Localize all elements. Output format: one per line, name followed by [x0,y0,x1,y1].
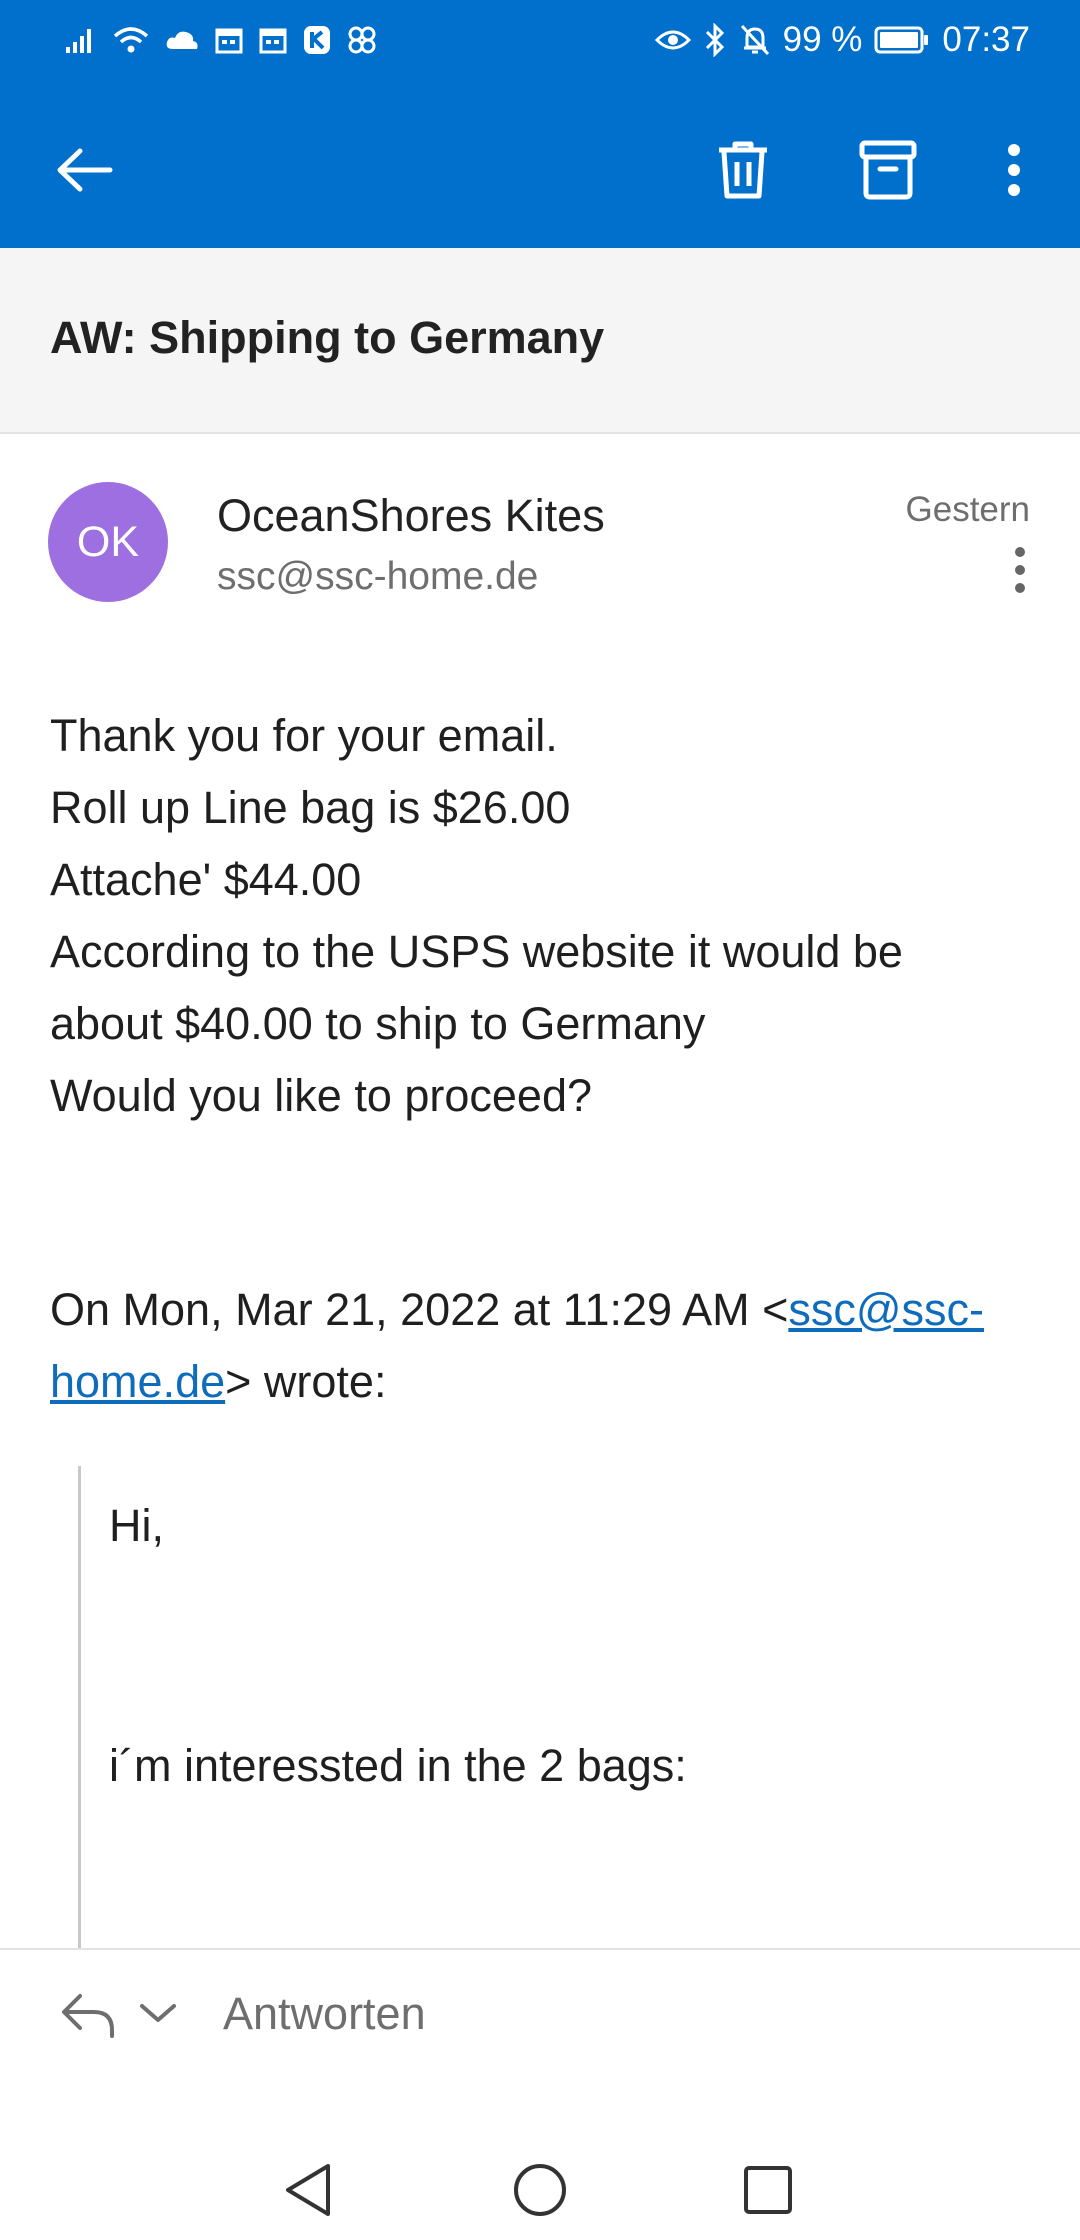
trash-icon [719,141,767,199]
quoted-message: Hi, i´m interessted in the 2 bags: [78,1466,1038,1948]
reply-label[interactable]: Antworten [223,1988,426,2040]
circle-home-icon [514,2164,566,2216]
body-line: about $40.00 to ship to Germany [50,998,706,1049]
top-bar: 99 % 07:37 [0,0,1080,248]
k-app-icon [304,26,330,54]
more-vertical-icon [1008,144,1020,196]
quote-header: On Mon, Mar 21, 2022 at 11:29 AM <ssc@ss… [50,1274,1050,1418]
more-vertical-icon [1015,547,1025,593]
back-arrow-icon [57,148,113,192]
message-body: Thank you for your email. Roll up Line b… [50,700,1040,1132]
sender-name[interactable]: OceanShores Kites [217,490,605,542]
subject-header: AW: Shipping to Germany [0,248,1080,434]
chevron-down-icon[interactable] [138,1998,178,2028]
cloud-icon [166,31,198,49]
bluetooth-icon [705,23,724,57]
nav-back-button[interactable] [268,2150,348,2230]
system-nav-bar [0,2080,1080,2240]
archive-button[interactable] [848,130,928,210]
nav-recents-button[interactable] [728,2150,808,2230]
archive-icon [859,140,917,200]
avatar-initials: OK [76,517,140,566]
message-date: Gestern [905,490,1031,529]
reply-bar[interactable]: Antworten [0,1948,1080,2080]
status-left-icons [64,20,378,60]
body-line: Would you like to proceed? [50,1070,592,1121]
avatar[interactable]: OK [48,482,168,602]
triangle-back-icon [286,2164,330,2216]
status-bar: 99 % 07:37 [0,0,1080,82]
clock: 07:37 [942,20,1030,59]
square-recents-icon [744,2166,792,2214]
delete-button[interactable] [703,130,783,210]
quote-suffix: > wrote: [225,1356,387,1407]
body-line: Thank you for your email. [50,710,558,761]
back-button[interactable] [44,130,124,210]
pinwheel-icon [348,26,376,54]
status-right: 99 % 07:37 [654,20,1030,60]
quote-prefix: On Mon, Mar 21, 2022 at 11:29 AM < [50,1284,789,1335]
eye-icon [654,30,691,50]
body-line: Attache' $44.00 [50,854,362,905]
app-bar [0,100,1080,230]
reply-icon[interactable] [60,1990,118,2040]
battery-icon [874,26,929,54]
battery-percent: 99 % [782,20,863,59]
signal-icon [66,29,91,53]
quoted-line: i´m interessted in the 2 bags: [109,1740,687,1791]
calendar-icon [215,28,243,54]
more-options-button[interactable] [974,130,1054,210]
body-line: Roll up Line bag is $26.00 [50,782,571,833]
bell-off-icon [740,24,769,56]
body-line: According to the USPS website it would b… [50,926,903,977]
calendar-icon [259,28,287,54]
subject-title: AW: Shipping to Germany [50,312,605,363]
quoted-line: Hi, [109,1500,164,1551]
wifi-icon [113,27,149,53]
nav-home-button[interactable] [500,2150,580,2230]
message-more-button[interactable] [1000,540,1040,600]
sender-email: ssc@ssc-home.de [217,555,539,598]
